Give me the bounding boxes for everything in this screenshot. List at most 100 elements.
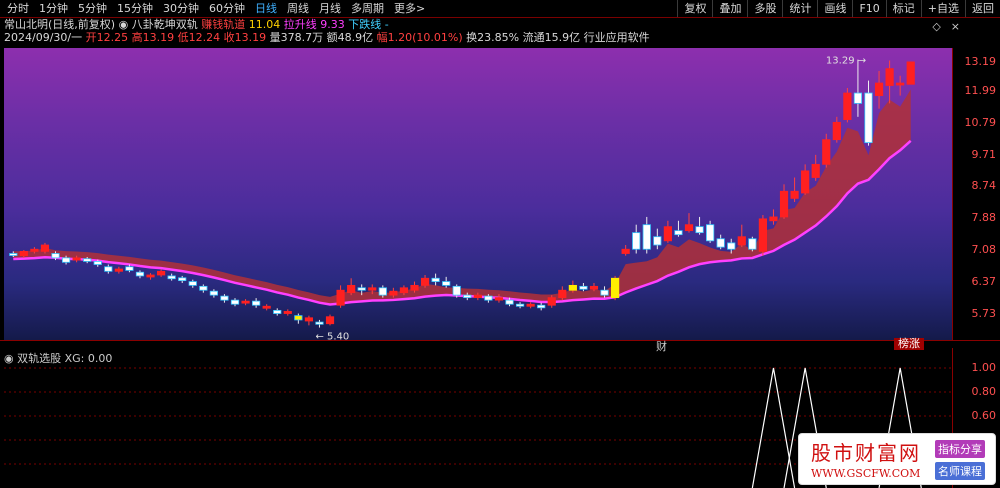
candle-body xyxy=(716,238,725,248)
tool-button-4[interactable]: 画线 xyxy=(817,0,852,17)
candle-body xyxy=(61,257,71,263)
candle-body xyxy=(146,274,155,278)
candle-body xyxy=(431,277,440,282)
candle-body xyxy=(896,82,905,86)
period-tab-1[interactable]: 1分钟 xyxy=(36,2,71,16)
candle-body xyxy=(93,260,102,265)
tool-button-1[interactable]: 叠加 xyxy=(712,0,747,17)
line3-label: 下跌线 xyxy=(348,18,382,31)
volume-label: 量 xyxy=(269,31,281,44)
tool-button-6[interactable]: 标记 xyxy=(885,0,921,17)
candle-body xyxy=(220,295,229,301)
candle-body xyxy=(526,303,535,307)
candle-body xyxy=(874,82,884,96)
candle-body xyxy=(494,297,504,301)
candle-body xyxy=(811,163,820,178)
tool-button-3[interactable]: 统计 xyxy=(782,0,817,17)
candle-body xyxy=(769,216,778,222)
amount-value: 48.9亿 xyxy=(337,31,374,44)
candle-body xyxy=(188,281,197,286)
settings-icon[interactable]: ◉ xyxy=(119,18,132,31)
high-value: 13.19 xyxy=(142,31,175,44)
tool-button-0[interactable]: 复权 xyxy=(677,0,712,17)
rail-band xyxy=(13,89,911,305)
candle-body xyxy=(252,300,261,306)
period-tab-0[interactable]: 分时 xyxy=(4,2,32,16)
candle-body xyxy=(273,309,282,314)
volume-value: 378.7万 xyxy=(280,31,324,44)
candle-body xyxy=(558,289,567,299)
candle-body xyxy=(748,238,757,250)
candle-body xyxy=(410,284,419,291)
signal-spike xyxy=(751,367,796,488)
float-value: 15.9亿 xyxy=(544,31,581,44)
period-tab-9[interactable]: 多周期 xyxy=(348,2,387,16)
period-tab-8[interactable]: 月线 xyxy=(316,2,344,16)
right-tools: 复权 叠加 多股 统计 画线 F10 标记 +自选 返回 xyxy=(677,0,1000,17)
indicator-tick: 1.00 xyxy=(971,361,997,374)
candle-body xyxy=(389,290,398,296)
candle-body xyxy=(294,315,303,321)
tool-button-8[interactable]: 返回 xyxy=(965,0,1000,17)
candle-body xyxy=(674,230,683,236)
period-tab-7[interactable]: 周线 xyxy=(284,2,312,16)
candle-body xyxy=(72,257,81,261)
tool-button-2[interactable]: 多股 xyxy=(747,0,782,17)
candle-body xyxy=(199,285,208,291)
candle-body xyxy=(9,253,18,256)
diamond-icon[interactable]: ◇ xyxy=(932,20,940,33)
indicator-title[interactable]: 双轨选股 xyxy=(17,352,61,365)
price-tick: 9.71 xyxy=(971,147,997,161)
candle-body xyxy=(568,284,577,291)
candle-body xyxy=(178,277,187,282)
high-price-label: 13.29 → xyxy=(826,56,866,67)
candle-body xyxy=(832,121,841,141)
watermark-tag-indicators: 指标分享 xyxy=(935,440,985,458)
candle-body xyxy=(663,226,672,242)
quote-info-line: 2024/09/30/一 开12.25 高13.19 低12.24 收13.19… xyxy=(4,31,650,45)
open-label: 开 xyxy=(85,31,97,44)
industry[interactable]: 行业应用软件 xyxy=(584,31,650,44)
period-tab-3[interactable]: 15分钟 xyxy=(114,2,156,16)
close-icon[interactable]: × xyxy=(951,20,960,33)
period-tab-5[interactable]: 60分钟 xyxy=(206,2,248,16)
indicator-tick: 0.80 xyxy=(971,385,997,398)
candle-body xyxy=(600,289,609,296)
candle-body xyxy=(347,284,356,294)
tool-button-7[interactable]: +自选 xyxy=(920,0,965,17)
price-axis: 13.19 11.99 10.79 9.71 8.74 7.88 7.08 6.37 5.73 xyxy=(952,48,1000,340)
period-tab-4[interactable]: 30分钟 xyxy=(160,2,202,16)
candle-body xyxy=(906,61,915,85)
candle-body xyxy=(864,92,873,144)
price-tick: 11.99 xyxy=(964,83,997,97)
period-tab-6[interactable]: 日线 xyxy=(252,2,280,16)
high-label: 高 xyxy=(131,31,143,44)
candlestick-chart[interactable]: 13.29 → ← 5.40 xyxy=(4,48,952,343)
price-tick: 7.08 xyxy=(971,243,997,257)
open-value: 12.25 xyxy=(96,31,129,44)
candle-body xyxy=(156,270,166,276)
candle-body xyxy=(357,287,366,291)
indicator-name[interactable]: 八卦乾坤双轨 xyxy=(132,18,198,31)
stock-title: 常山北明(日线,前复权) xyxy=(4,18,116,31)
indicator-settings-icon[interactable]: ◉ xyxy=(4,352,17,365)
period-tab-10[interactable]: 更多> xyxy=(391,2,428,16)
watermark-url: WWW.GSCFW.COM xyxy=(811,467,921,480)
line1-label: 赚钱轨道 xyxy=(201,18,246,31)
period-tab-2[interactable]: 5分钟 xyxy=(75,2,110,16)
candle-body xyxy=(579,285,588,290)
indicator-tick: 0.60 xyxy=(971,409,997,422)
candle-body xyxy=(843,92,852,120)
tool-button-5[interactable]: F10 xyxy=(852,0,885,17)
candle-body xyxy=(83,258,92,262)
candle-body xyxy=(114,268,123,272)
candle-body xyxy=(452,285,461,296)
turnover-value: 23.85% xyxy=(477,31,520,44)
candle-body xyxy=(315,321,324,325)
candle-body xyxy=(632,232,641,250)
low-label: 低 xyxy=(177,31,189,44)
candlestick-svg: 13.29 → ← 5.40 xyxy=(9,56,915,343)
candle-body xyxy=(135,271,145,277)
period-tabs: 分时 1分钟 5分钟 15分钟 30分钟 60分钟 日线 周线 月线 多周期 更多> xyxy=(4,2,432,16)
candle-body xyxy=(325,316,335,325)
